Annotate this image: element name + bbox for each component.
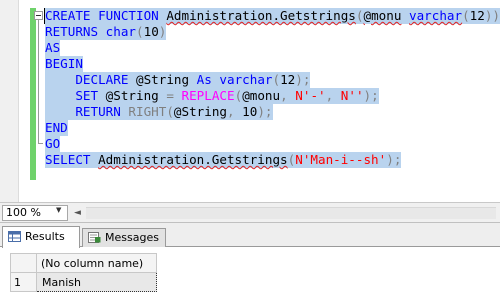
code-token: (: [272, 72, 281, 87]
code-token: (: [462, 8, 470, 23]
code-token: @String: [136, 72, 197, 87]
query-editor[interactable]: CREATE FUNCTION Administration.Getstring…: [0, 0, 500, 202]
code-line[interactable]: GO: [45, 136, 61, 152]
code-token: GO: [45, 136, 61, 151]
code-token: SET: [45, 88, 106, 103]
column-header[interactable]: (No column name): [36, 253, 157, 273]
chevron-down-icon[interactable]: ▼: [56, 206, 61, 214]
code-line[interactable]: RETURN RIGHT(@String, 10);: [45, 104, 273, 120]
grid-corner-cell[interactable]: [10, 253, 37, 273]
results-tab-strip: Results Messages: [0, 223, 500, 248]
code-token: 10: [143, 24, 159, 39]
code-line[interactable]: BEGIN: [45, 56, 83, 72]
result-cell[interactable]: Manish: [36, 272, 157, 292]
code-token: END: [45, 120, 68, 135]
code-token: REPLACE: [181, 88, 235, 103]
horizontal-scrollbar[interactable]: [86, 207, 496, 219]
code-token: (: [166, 104, 174, 119]
code-token: SELECT: [45, 152, 99, 167]
results-grid[interactable]: (No column name) 1 Manish: [10, 253, 157, 292]
code-line[interactable]: END: [45, 120, 68, 136]
text-caret: [44, 8, 45, 24]
grid-header-row: (No column name): [10, 253, 157, 273]
code-token: @monu: [363, 8, 402, 23]
zoom-bar: 100 % ▼ ◄: [0, 202, 500, 222]
code-token: @String: [105, 88, 167, 103]
collapse-icon[interactable]: [34, 11, 43, 20]
code-token: N'-': [295, 88, 326, 103]
tab-results[interactable]: Results: [2, 226, 80, 248]
code-token: );: [386, 152, 402, 167]
code-token: );: [295, 72, 311, 87]
code-token: RETURN: [45, 104, 129, 119]
row-number[interactable]: 1: [10, 272, 37, 292]
code-token: N'': [340, 88, 364, 103]
code-token: (: [136, 24, 144, 39]
code-token: DECLARE: [45, 72, 136, 87]
code-token: 12: [469, 8, 485, 23]
code-token: ,: [280, 88, 296, 103]
messages-icon: [88, 232, 101, 243]
code-token: );: [363, 88, 379, 103]
code-token: char: [105, 24, 137, 39]
editor-margin: [0, 0, 19, 202]
code-token: Administration.Getstrings: [166, 8, 356, 23]
change-tracking-bar: [30, 8, 36, 180]
table-row[interactable]: 1 Manish: [10, 272, 157, 292]
code-token: =: [166, 88, 182, 103]
code-line[interactable]: DECLARE @String As varchar(12);: [45, 72, 311, 88]
code-line[interactable]: SET @String = REPLACE(@monu, N'-', N'');: [45, 88, 379, 104]
outline-line: [38, 18, 39, 144]
code-token: N'Man-i--sh': [295, 152, 387, 167]
code-token: AS: [45, 40, 61, 55]
outline-end: [38, 143, 43, 144]
code-line[interactable]: SELECT Administration.Getstrings(N'Man-i…: [45, 152, 402, 168]
code-token: RIGHT: [128, 104, 167, 119]
code-token: CREATE FUNCTION: [45, 8, 167, 23]
zoom-value: 100 %: [6, 206, 41, 219]
code-token: RETURNS: [45, 24, 106, 39]
code-line[interactable]: AS: [45, 40, 61, 56]
code-token: ,: [325, 88, 341, 103]
code-token: varchar: [219, 72, 273, 87]
code-token: varchar: [409, 8, 463, 23]
code-line[interactable]: RETURNS char(10): [45, 24, 167, 40]
code-token: @String: [173, 104, 227, 119]
results-pane: Results Messages (No column name) 1 Mani…: [0, 222, 500, 294]
code-token: Administration.Getstrings: [98, 152, 288, 167]
code-token: 10: [242, 104, 258, 119]
code-token: )): [484, 8, 500, 23]
code-token: ,: [227, 104, 243, 119]
code-line[interactable]: CREATE FUNCTION Administration.Getstring…: [45, 8, 500, 24]
tab-messages-label: Messages: [105, 231, 159, 244]
scroll-left-icon[interactable]: ◄: [74, 208, 81, 218]
code-token: ): [158, 24, 167, 39]
code-token: BEGIN: [45, 56, 83, 71]
code-token: @monu: [242, 88, 281, 103]
code-token: 12: [280, 72, 296, 87]
grid-icon: [8, 231, 21, 242]
tab-results-label: Results: [25, 230, 65, 243]
tab-messages[interactable]: Messages: [82, 228, 166, 247]
code-token: );: [257, 104, 273, 119]
code-token: As: [196, 72, 220, 87]
